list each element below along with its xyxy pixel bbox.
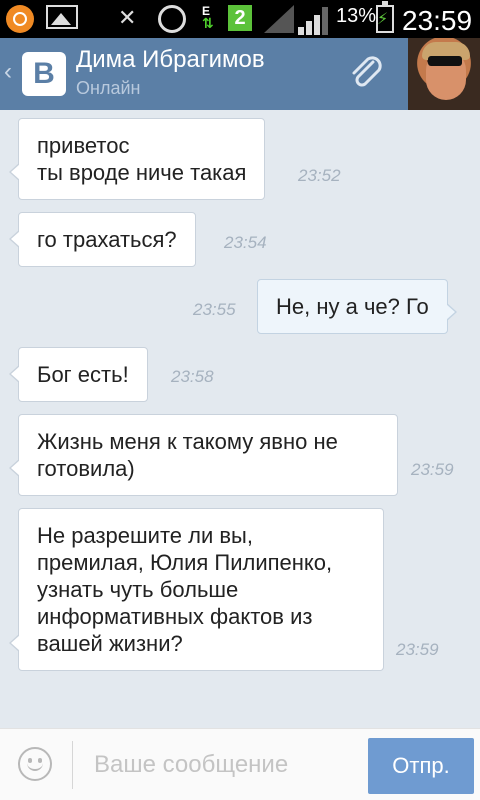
message-text-line: информативных фактов из (37, 604, 313, 629)
message-bubble-incoming[interactable]: Жизнь меня к такому явно не готовила) (9, 414, 398, 496)
contact-status: Онлайн (76, 78, 141, 98)
mobile-data-icon: E ⇅ (202, 4, 214, 31)
cell-signal-icon (298, 5, 332, 35)
message-bubble-incoming[interactable]: приветос ты вроде ниче такая (8, 118, 266, 200)
message-text-line: Не разрешите ли вы, (37, 523, 253, 548)
alarm-icon (158, 5, 186, 33)
gallery-icon (46, 5, 78, 29)
message-text-line: Бог есть! (37, 362, 129, 387)
attach-paperclip-icon[interactable] (346, 52, 386, 92)
message-text-line: узнать чуть больше (37, 577, 239, 602)
message-input[interactable] (84, 743, 354, 787)
back-chevron-icon[interactable]: ‹ (4, 58, 12, 86)
contact-name[interactable]: Дима Ибрагимов (76, 46, 265, 74)
message-timestamp: 23:58 (171, 367, 214, 386)
battery-charging-icon (376, 1, 394, 33)
message-text-line: Жизнь меня к такому явно не (37, 429, 338, 454)
message-text-line: ты вроде ниче такая (37, 160, 247, 185)
message-bubble-incoming[interactable]: го трахаться? (9, 212, 196, 267)
notification-app-icon (6, 5, 34, 33)
message-timestamp: 23:52 (298, 166, 341, 185)
message-list[interactable]: приветос ты вроде ниче такая 23:52 го тр… (0, 110, 480, 728)
status-bar: ✕ E⇅ 2 13% 23:59 (0, 0, 480, 38)
message-text-line: Не, ну а че? Го (276, 294, 429, 319)
sim-slot-icon: 2 (228, 5, 252, 31)
send-button[interactable]: Отпр. (368, 738, 474, 794)
message-text-line: приветос (37, 133, 130, 158)
message-timestamp: 23:59 (396, 640, 439, 659)
chat-header: ‹ В Дима Ибрагимов Онлайн (0, 38, 480, 110)
message-timestamp: 23:59 (411, 460, 454, 479)
message-bubble-incoming[interactable]: Бог есть! (9, 347, 148, 402)
contact-avatar[interactable] (408, 38, 480, 110)
mute-icon: ✕ (118, 5, 137, 30)
wifi-signal-icon (264, 5, 294, 33)
divider (72, 741, 73, 789)
clock: 23:59 (402, 5, 473, 36)
message-timestamp: 23:54 (224, 233, 267, 252)
message-bubble-outgoing[interactable]: Не, ну а че? Го (257, 279, 457, 334)
message-composer: Отпр. (0, 728, 480, 800)
vk-logo-button[interactable]: В (22, 52, 66, 96)
emoji-smile-icon[interactable] (18, 747, 52, 781)
message-text-line: вашей жизни? (37, 631, 183, 656)
message-text-line: готовила) (37, 456, 135, 481)
battery-percent: 13% (336, 5, 377, 27)
message-text-line: го трахаться? (37, 227, 177, 252)
message-bubble-incoming[interactable]: Не разрешите ли вы, премилая, Юлия Пилип… (9, 508, 384, 671)
message-timestamp: 23:55 (193, 300, 236, 319)
message-text-line: премилая, Юлия Пилипенко, (37, 550, 333, 575)
